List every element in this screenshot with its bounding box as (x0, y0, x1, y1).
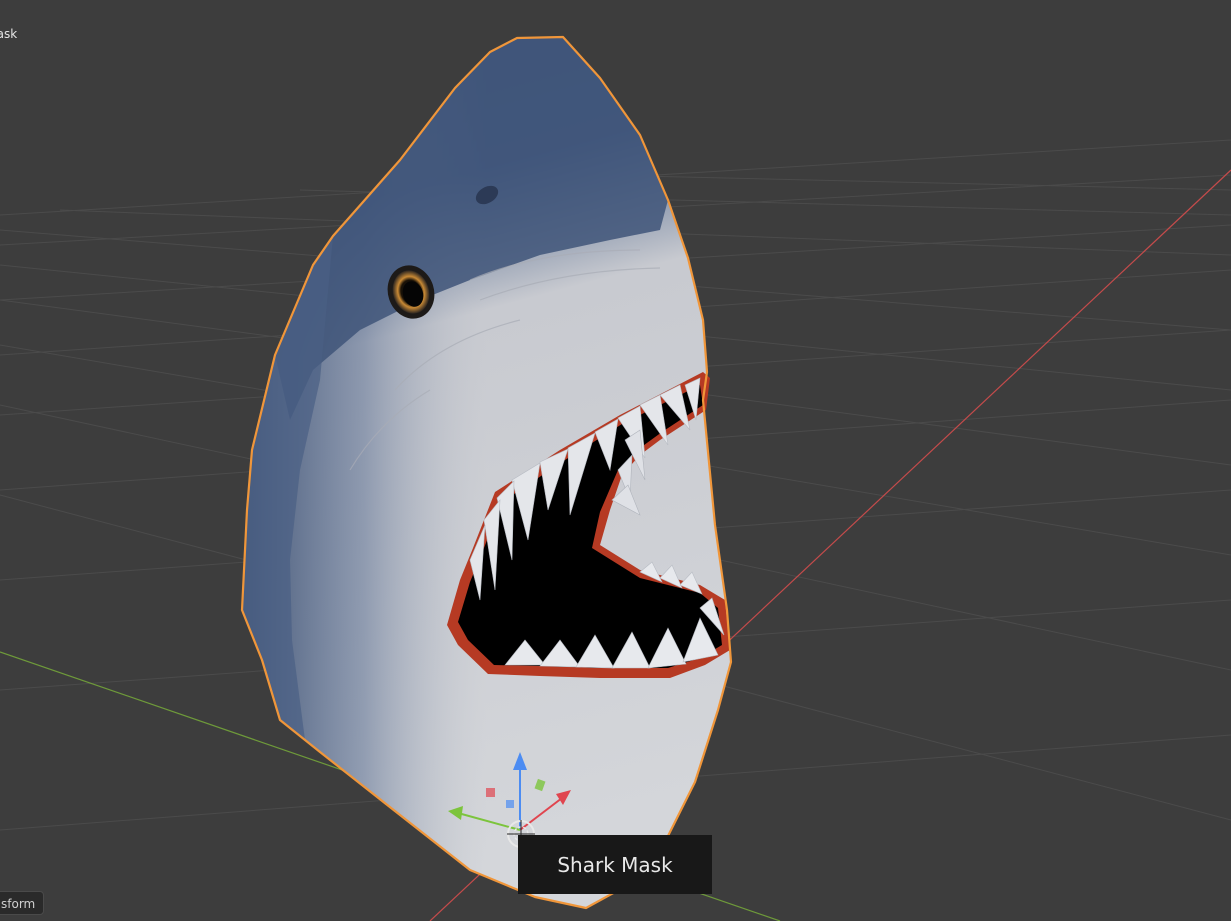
tooltip-text: Shark Mask (557, 852, 673, 877)
shark-mask-object[interactable] (240, 35, 733, 910)
adjust-last-operation-panel[interactable]: sform (0, 891, 45, 915)
3d-viewport[interactable]: hask sform Shark Mask (0, 0, 1231, 921)
active-object-label: hask (0, 27, 18, 41)
object-name-tooltip: Shark Mask (518, 835, 712, 894)
viewport-scene[interactable] (0, 0, 1231, 921)
